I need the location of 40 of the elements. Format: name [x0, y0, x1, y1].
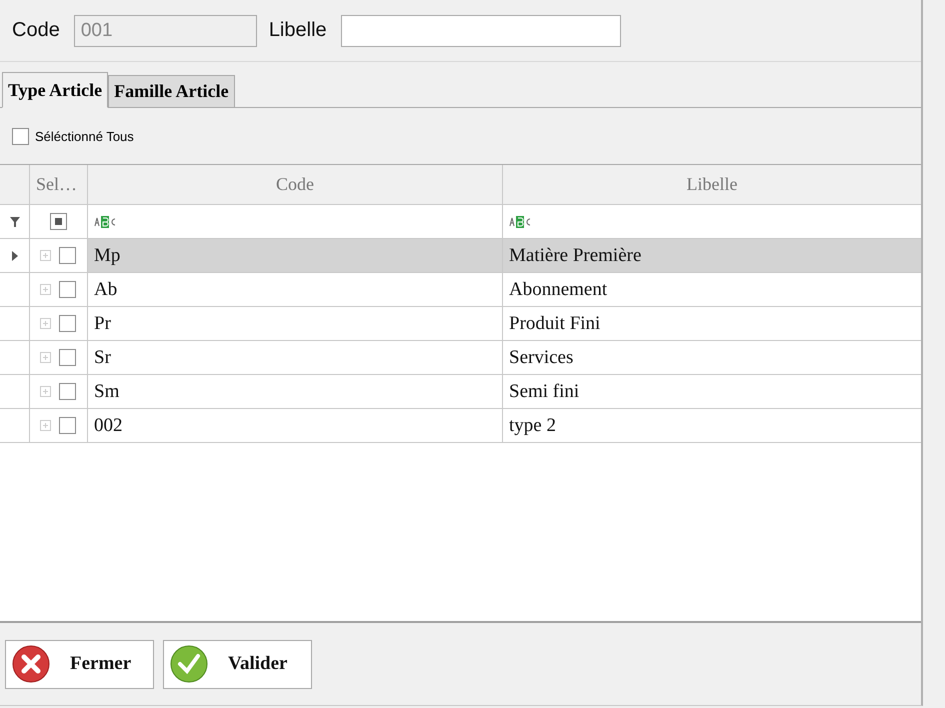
check-icon — [170, 645, 208, 683]
text-filter-icon — [94, 216, 116, 228]
text-filter-icon — [509, 216, 531, 228]
checkbox[interactable] — [12, 128, 29, 144]
table-row[interactable]: Sm Semi fini — [0, 375, 921, 409]
table-cell: Abonnement — [502, 273, 921, 306]
table-cell: Semi fini — [502, 375, 921, 408]
table-cell: Sm — [87, 375, 502, 408]
row-checkbox[interactable] — [59, 247, 76, 264]
table-cell: Sr — [87, 341, 502, 374]
table-cell: Pr — [87, 307, 502, 340]
row-checkbox[interactable] — [59, 417, 76, 434]
code-label: Code — [12, 19, 60, 42]
table-row[interactable]: Mp Matière Première — [0, 239, 921, 273]
libelle-field[interactable] — [340, 14, 621, 46]
table-cell: type 2 — [502, 409, 921, 442]
tab[interactable]: Type Article — [2, 72, 108, 108]
close-icon — [12, 645, 50, 683]
table-row[interactable]: Sr Services — [0, 341, 921, 375]
filter-checkbox[interactable] — [50, 213, 67, 230]
table-cell: 002 — [87, 409, 502, 442]
table-row[interactable]: Ab Abonnement — [0, 273, 921, 307]
table-cell: Mp — [87, 239, 502, 272]
table-cell: Services — [502, 341, 921, 374]
row-checkbox[interactable] — [59, 281, 76, 298]
table-cell: Ab — [87, 273, 502, 306]
table-row[interactable]: Pr Produit Fini — [0, 307, 921, 341]
row-indicator-icon — [12, 250, 18, 260]
select-all-label: Séléctionné Tous — [35, 128, 134, 144]
close-button[interactable]: Fermer — [5, 640, 154, 688]
table-cell: Produit Fini — [502, 307, 921, 340]
table-row[interactable]: 002 type 2 — [0, 409, 921, 443]
confirm-button[interactable]: Valider — [163, 640, 312, 688]
row-checkbox[interactable] — [59, 383, 76, 400]
filter-icon[interactable] — [10, 216, 20, 226]
row-checkbox[interactable] — [59, 315, 76, 332]
table-cell: Matière Première — [502, 239, 921, 272]
tab[interactable]: Famille Article — [108, 75, 235, 107]
row-checkbox[interactable] — [59, 349, 76, 366]
libelle-label: Libelle — [268, 19, 327, 42]
